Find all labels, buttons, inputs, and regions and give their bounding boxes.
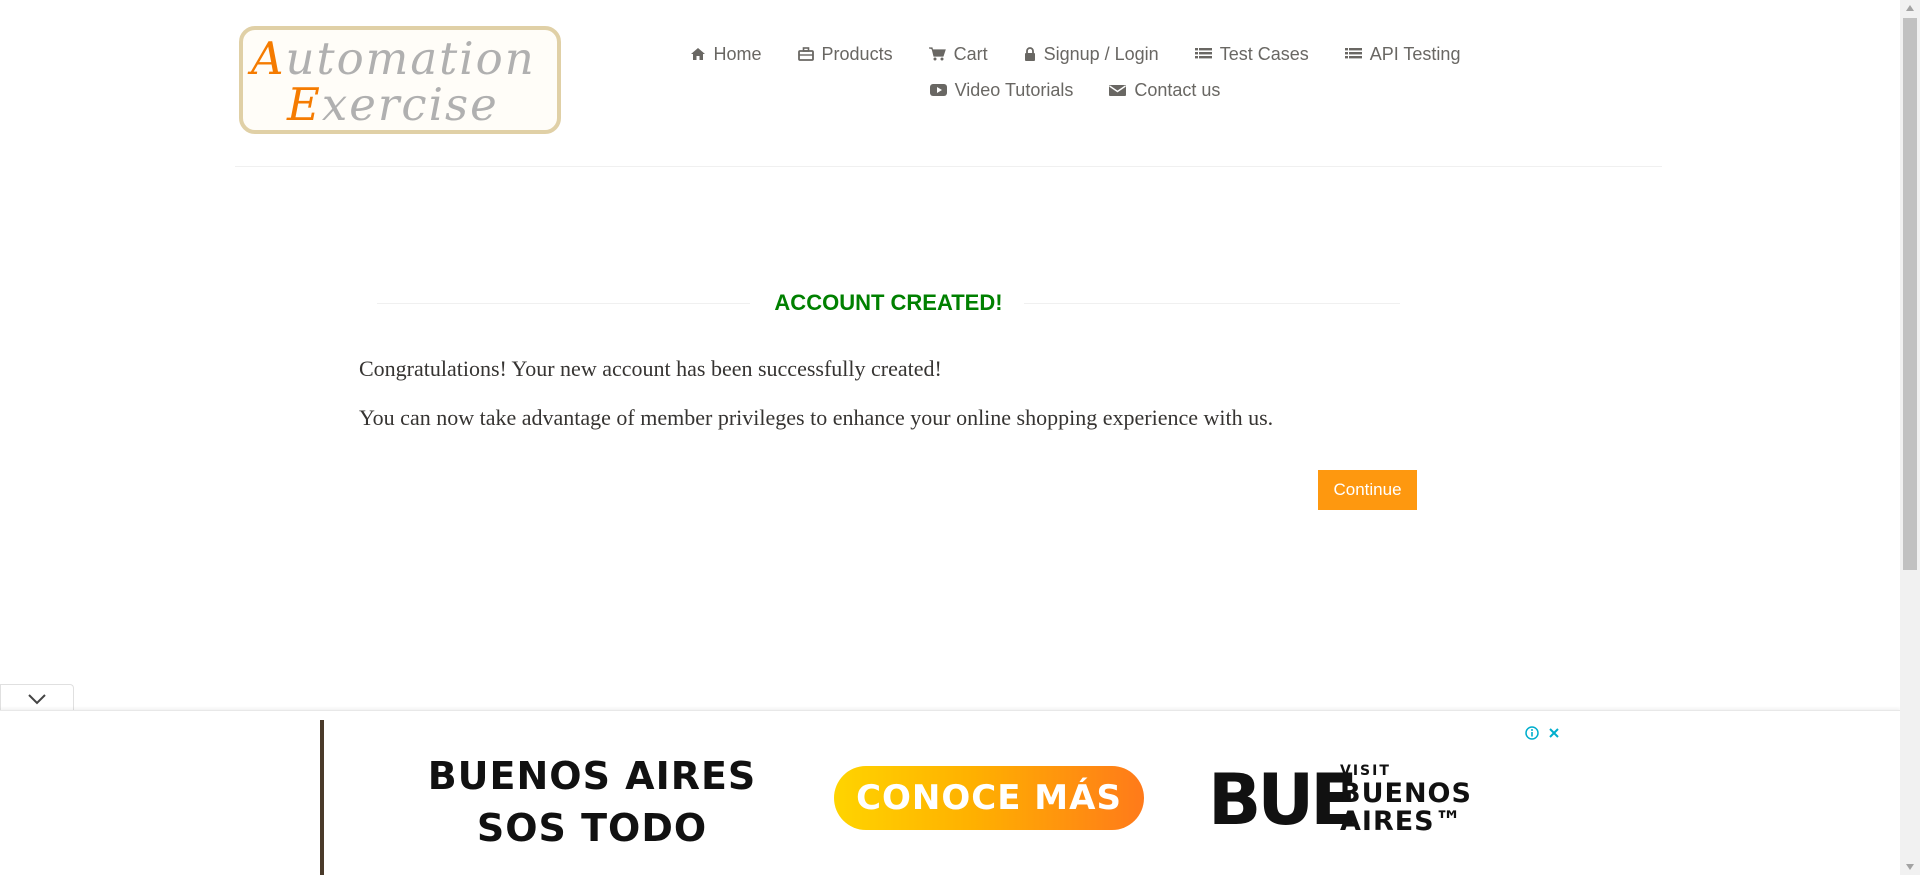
scroll-up-arrow[interactable] bbox=[1900, 0, 1920, 16]
home-icon bbox=[690, 48, 705, 60]
ad-info-button[interactable] bbox=[1523, 724, 1541, 742]
nav-cart[interactable]: Cart bbox=[928, 43, 988, 65]
nav-row-2: Video Tutorials Contact us bbox=[675, 72, 1475, 108]
nav-products-label: Products bbox=[821, 43, 893, 64]
triangle-down-icon bbox=[1906, 864, 1914, 870]
nav-test-cases-label: Test Cases bbox=[1219, 43, 1309, 64]
envelope-icon bbox=[1109, 85, 1127, 96]
ad-collapse-toggle[interactable] bbox=[0, 684, 74, 713]
site-header: Automation Exercise Home Products Cart S… bbox=[235, 0, 1662, 167]
nav-signup-login-label: Signup / Login bbox=[1043, 43, 1159, 64]
lock-icon bbox=[1024, 47, 1035, 61]
ad-cta-button[interactable]: CONOCE MÁS bbox=[834, 766, 1144, 830]
ad-controls bbox=[1523, 724, 1563, 742]
page-title: ACCOUNT CREATED! bbox=[774, 290, 1003, 315]
ad-logo-line-2: AIRES™ bbox=[1340, 806, 1463, 837]
nav-cart-label: Cart bbox=[953, 43, 988, 64]
ad-logo-line-1: BUENOS bbox=[1340, 778, 1472, 809]
nav-api-testing-label: API Testing bbox=[1369, 43, 1461, 64]
youtube-play-icon bbox=[929, 84, 947, 96]
list-icon bbox=[1194, 48, 1212, 59]
close-icon bbox=[1549, 728, 1559, 738]
cart-icon bbox=[928, 47, 946, 61]
nav-row-1: Home Products Cart Signup / Login Test C… bbox=[675, 36, 1475, 72]
ad-headline: BUENOS AIRES SOS TODO bbox=[412, 750, 772, 854]
list-icon bbox=[1344, 48, 1362, 59]
nav-contact-us-label: Contact us bbox=[1134, 79, 1221, 100]
triangle-up-icon bbox=[1906, 5, 1914, 11]
ad-logo-mark: BUE bbox=[1208, 759, 1358, 841]
nav-test-cases[interactable]: Test Cases bbox=[1194, 43, 1309, 65]
chevron-down-icon bbox=[28, 694, 46, 705]
scroll-down-arrow[interactable] bbox=[1900, 859, 1920, 875]
info-icon bbox=[1525, 726, 1539, 740]
nav-home[interactable]: Home bbox=[690, 44, 762, 65]
logo-line-2: Exercise bbox=[287, 78, 499, 131]
continue-button[interactable]: Continue bbox=[1318, 470, 1417, 510]
nav-signup-login[interactable]: Signup / Login bbox=[1024, 44, 1159, 65]
ad-headline-line-1: BUENOS AIRES bbox=[427, 754, 757, 798]
ad-logo-small: VISIT bbox=[1340, 763, 1391, 779]
briefcase-icon bbox=[797, 47, 814, 61]
nav-contact-us[interactable]: Contact us bbox=[1109, 80, 1220, 101]
nav-video-tutorials-label: Video Tutorials bbox=[954, 79, 1074, 100]
congratulations-message: Congratulations! Your new account has be… bbox=[359, 356, 942, 381]
privileges-message: You can now take advantage of member pri… bbox=[359, 405, 1274, 430]
nav-home-label: Home bbox=[713, 43, 762, 64]
main-nav: Home Products Cart Signup / Login Test C… bbox=[675, 36, 1475, 108]
ad-close-button[interactable] bbox=[1545, 724, 1563, 742]
nav-video-tutorials[interactable]: Video Tutorials bbox=[929, 79, 1074, 101]
scroll-thumb[interactable] bbox=[1903, 18, 1917, 570]
ad-logo-text: VISIT BUENOS AIRES™ bbox=[1340, 764, 1472, 836]
ad-headline-line-2: SOS TODO bbox=[476, 806, 708, 850]
ad-banner[interactable]: BUENOS AIRES SOS TODO CONOCE MÁS BUE VIS… bbox=[320, 720, 1577, 875]
page: Automation Exercise Home Products Cart S… bbox=[0, 0, 1920, 875]
page-scrollbar[interactable] bbox=[1900, 0, 1920, 875]
account-created-section: ACCOUNT CREATED! bbox=[377, 286, 1400, 320]
nav-products[interactable]: Products bbox=[797, 43, 893, 65]
logo-line-1: Automation bbox=[251, 32, 536, 85]
nav-api-testing[interactable]: API Testing bbox=[1344, 43, 1461, 65]
site-logo[interactable]: Automation Exercise bbox=[239, 26, 561, 134]
